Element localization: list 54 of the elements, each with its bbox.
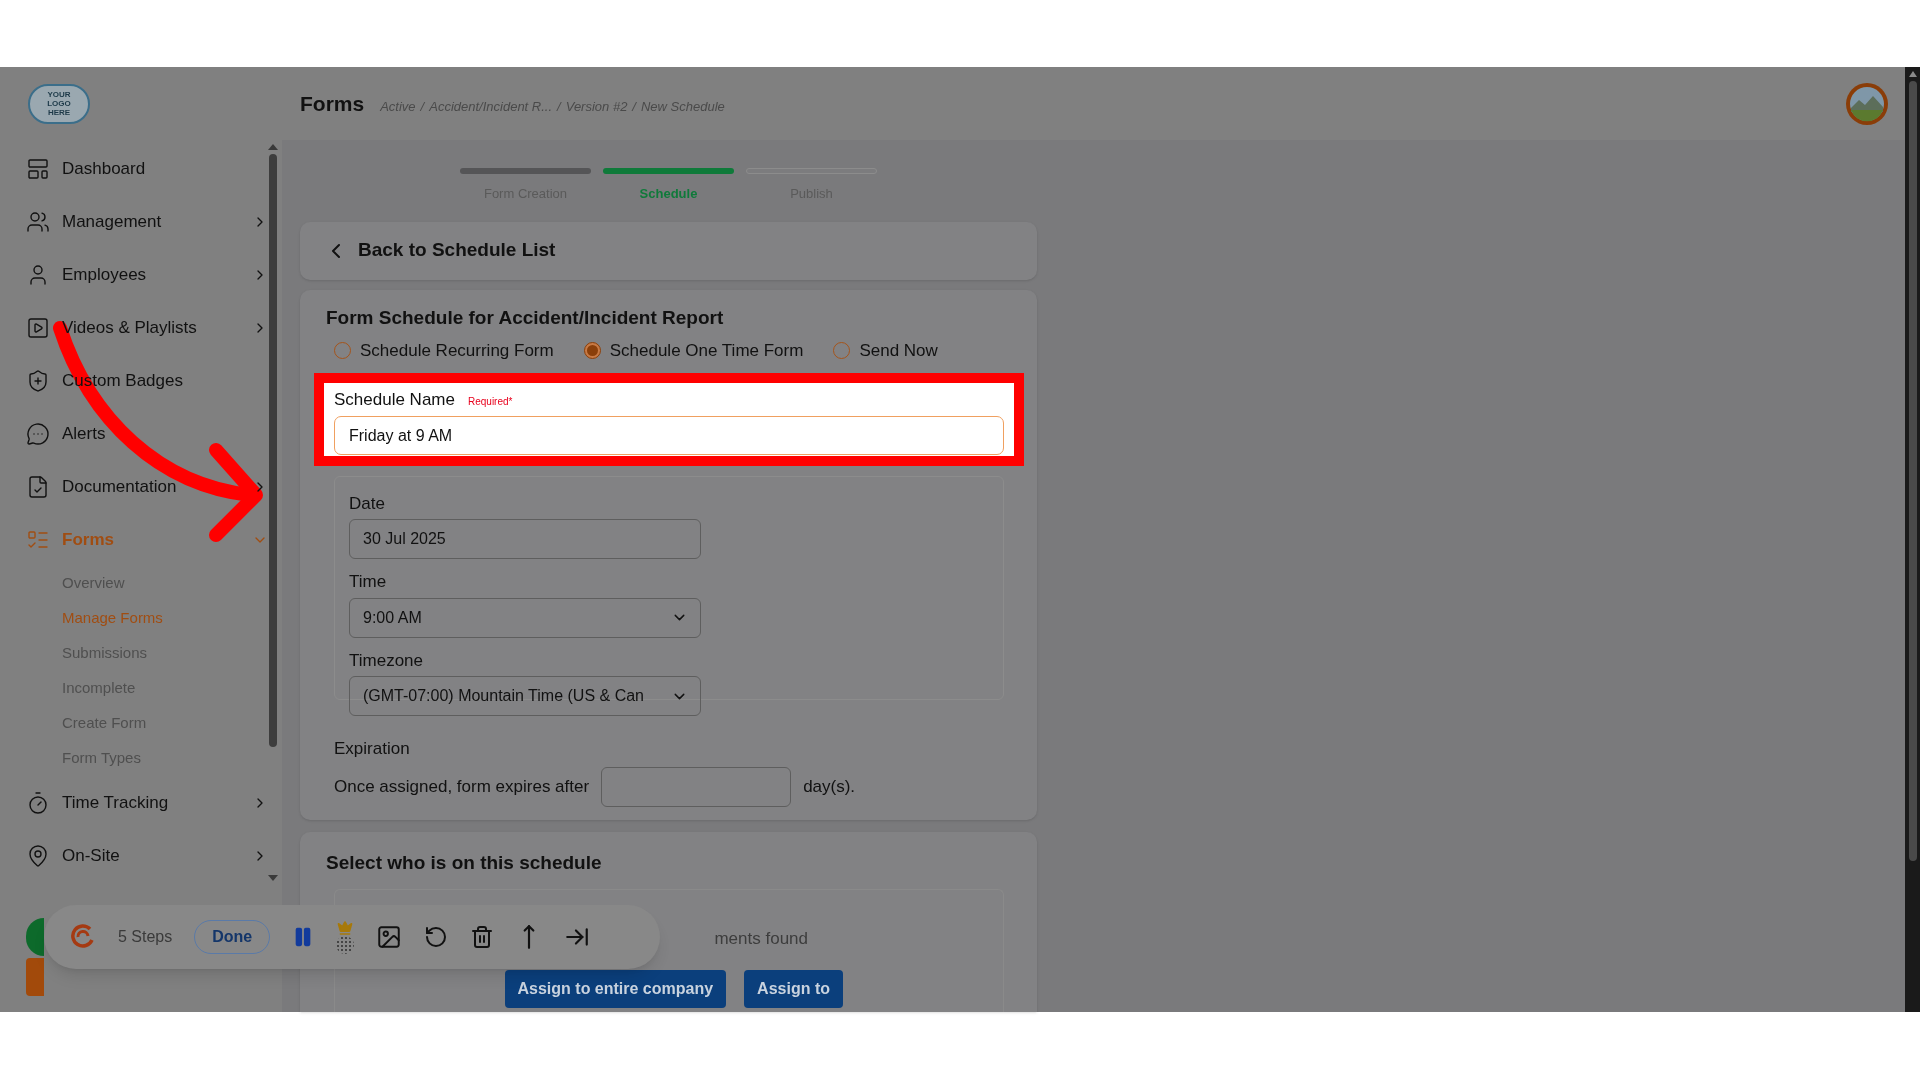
section-title: Select who is on this schedule [326, 850, 603, 875]
radio-button[interactable] [583, 342, 601, 360]
dashboard-icon [26, 156, 50, 181]
play-icon [26, 315, 50, 340]
trash-icon[interactable] [470, 925, 495, 949]
map-pin-icon [26, 843, 50, 868]
field-label: Schedule Name [334, 388, 455, 411]
sidebar-item[interactable]: On-Site [0, 829, 282, 882]
sidebar-item[interactable]: Dashboard [0, 142, 282, 195]
time-select[interactable]: 9:00 AM [349, 597, 701, 638]
undo-icon[interactable] [424, 925, 449, 949]
assign-button[interactable]: Assign to [744, 969, 843, 1008]
field-label: Timezone [349, 649, 424, 672]
field-label: Time [349, 571, 388, 593]
breadcrumb-separator: / [632, 97, 636, 116]
radio-label[interactable]: Send Now [859, 338, 938, 364]
section-label: Expiration [334, 737, 411, 760]
scrollbar-thumb[interactable] [269, 154, 277, 747]
radio-label[interactable]: Schedule One Time Form [609, 338, 804, 364]
scrollbar-thumb[interactable] [1908, 81, 1917, 861]
step-count: 5 Steps [118, 927, 173, 947]
sidebar-item[interactable]: Alerts [0, 407, 282, 460]
field-label: Date [349, 492, 386, 515]
button-edge[interactable] [26, 918, 44, 956]
breadcrumb-separator: / [420, 97, 425, 116]
chat-bubble-icon [26, 421, 50, 446]
assign-button[interactable]: Assign to entire company [504, 969, 727, 1008]
stopwatch-icon [26, 790, 50, 815]
page-title: Forms [300, 90, 365, 117]
schedule-name-field[interactable]: Friday at 9 AM [334, 416, 1004, 455]
sidebar-item[interactable]: Time Tracking [0, 776, 282, 829]
form-title: Form Schedule for Accident/Incident Report [326, 305, 725, 330]
window-scrollbar[interactable] [1905, 67, 1920, 1012]
days-unit: day(s). [803, 776, 856, 799]
breadcrumb-separator: / [557, 97, 561, 116]
radio-label[interactable]: Schedule Recurring Form [360, 338, 554, 364]
avatar[interactable] [1845, 81, 1889, 126]
sidebar-item[interactable]: Employees [0, 248, 282, 301]
sidebar-item[interactable]: Documentation [0, 460, 282, 513]
users-icon [26, 209, 50, 234]
image-icon[interactable] [376, 924, 403, 950]
logo[interactable]: YOUR LOGO HERE [28, 83, 90, 124]
document-check-icon [26, 474, 50, 499]
expiration-text: Once assigned, form expires after [334, 776, 590, 799]
required-label: Required* [467, 394, 513, 409]
sidebar-item[interactable]: Management [0, 195, 282, 248]
back-link[interactable]: Back to Schedule List [324, 236, 556, 265]
swirl-logo-icon [70, 924, 96, 950]
days-field[interactable] [601, 767, 792, 807]
timezone-select[interactable]: (GMT-07:00) Mountain Time (US & Can [349, 676, 701, 716]
shield-icon [26, 368, 50, 393]
crown-icon[interactable] [336, 920, 355, 954]
status-text: ments found [714, 928, 808, 950]
date-field[interactable]: 30 Jul 2025 [349, 519, 701, 559]
